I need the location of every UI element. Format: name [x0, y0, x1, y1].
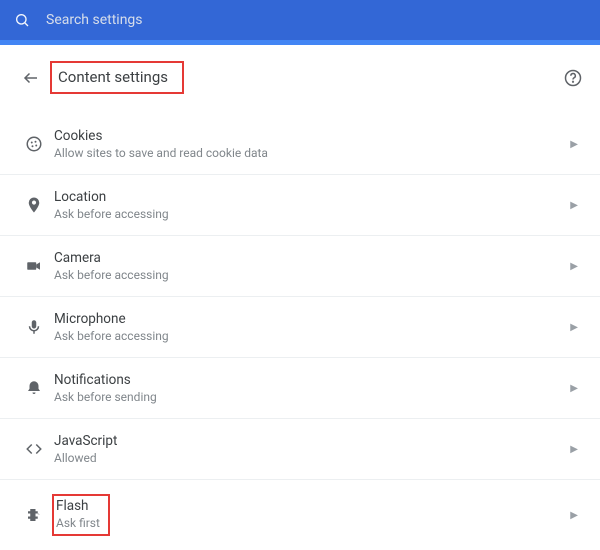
- row-sub: Ask first: [56, 516, 100, 530]
- search-placeholder: Search settings: [46, 12, 143, 28]
- plugin-icon: [22, 506, 46, 524]
- chevron-right-icon: ▶: [570, 510, 578, 521]
- chevron-right-icon: ▶: [570, 261, 578, 272]
- row-title: Location: [54, 189, 570, 205]
- cookie-icon: [22, 135, 46, 153]
- settings-list: Cookies Allow sites to save and read coo…: [0, 114, 600, 550]
- bell-icon: [22, 379, 46, 397]
- location-icon: [22, 196, 46, 214]
- row-sub: Ask before sending: [54, 390, 570, 404]
- chevron-right-icon: ▶: [570, 200, 578, 211]
- back-button[interactable]: [22, 69, 40, 87]
- page-title: Content settings: [58, 68, 168, 86]
- row-sub: Allowed: [54, 451, 570, 465]
- chevron-right-icon: ▶: [570, 322, 578, 333]
- row-javascript[interactable]: JavaScript Allowed ▶: [0, 419, 600, 480]
- camera-icon: [22, 257, 46, 275]
- row-title: Flash: [56, 498, 100, 514]
- row-cookies[interactable]: Cookies Allow sites to save and read coo…: [0, 114, 600, 175]
- page-header: Content settings: [0, 45, 600, 104]
- chevron-right-icon: ▶: [570, 383, 578, 394]
- row-title: Microphone: [54, 311, 570, 327]
- search-bar[interactable]: Search settings: [0, 0, 600, 40]
- row-sub: Allow sites to save and read cookie data: [54, 146, 570, 160]
- row-title: Cookies: [54, 128, 570, 144]
- microphone-icon: [22, 318, 46, 336]
- row-microphone[interactable]: Microphone Ask before accessing ▶: [0, 297, 600, 358]
- chevron-right-icon: ▶: [570, 139, 578, 150]
- code-icon: [22, 440, 46, 458]
- row-flash[interactable]: Flash Ask first ▶: [0, 480, 600, 550]
- search-icon: [14, 12, 30, 28]
- row-sub: Ask before accessing: [54, 329, 570, 343]
- row-title: Notifications: [54, 372, 570, 388]
- chevron-right-icon: ▶: [570, 444, 578, 455]
- help-button[interactable]: [564, 69, 582, 87]
- page-title-highlight: Content settings: [50, 61, 184, 94]
- flash-highlight: Flash Ask first: [52, 494, 110, 536]
- row-location[interactable]: Location Ask before accessing ▶: [0, 175, 600, 236]
- row-sub: Ask before accessing: [54, 207, 570, 221]
- row-notifications[interactable]: Notifications Ask before sending ▶: [0, 358, 600, 419]
- row-camera[interactable]: Camera Ask before accessing ▶: [0, 236, 600, 297]
- row-title: JavaScript: [54, 433, 570, 449]
- row-title: Camera: [54, 250, 570, 266]
- row-sub: Ask before accessing: [54, 268, 570, 282]
